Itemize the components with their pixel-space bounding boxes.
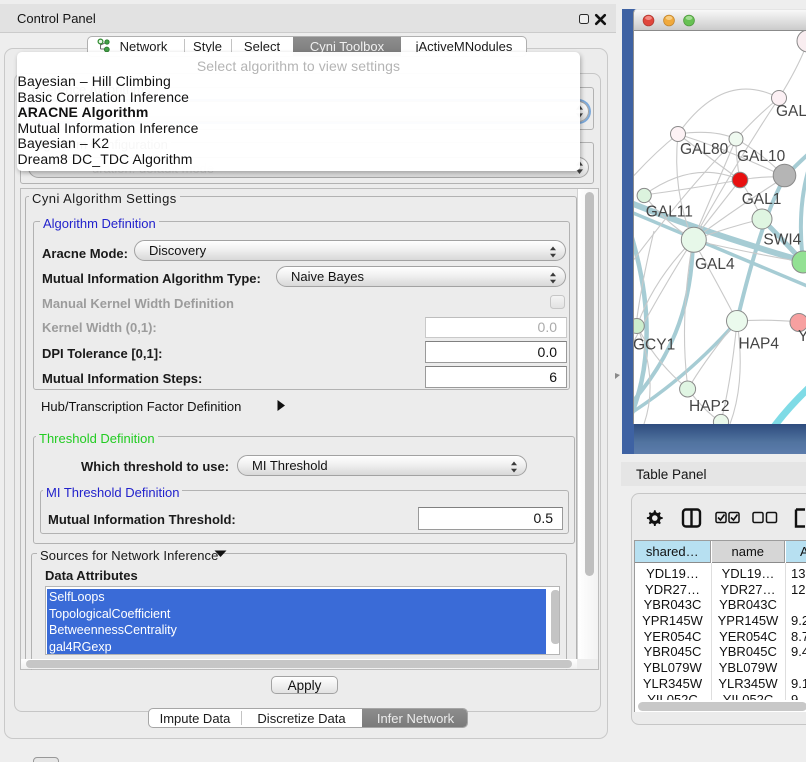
svg-text:HAP2: HAP2 xyxy=(689,398,730,415)
svg-text:GAL1: GAL1 xyxy=(742,191,782,208)
svg-text:HAP4: HAP4 xyxy=(739,336,780,353)
svg-text:YM: YM xyxy=(798,328,806,345)
svg-text:GAL11: GAL11 xyxy=(646,204,693,221)
svg-text:GAL2: GAL2 xyxy=(776,103,806,120)
svg-text:GAL4: GAL4 xyxy=(695,256,735,273)
svg-text:SWI4: SWI4 xyxy=(763,232,801,249)
svg-text:GAL10: GAL10 xyxy=(737,148,786,165)
svg-text:GAL80: GAL80 xyxy=(680,141,729,158)
svg-text:GCY1: GCY1 xyxy=(634,337,675,354)
